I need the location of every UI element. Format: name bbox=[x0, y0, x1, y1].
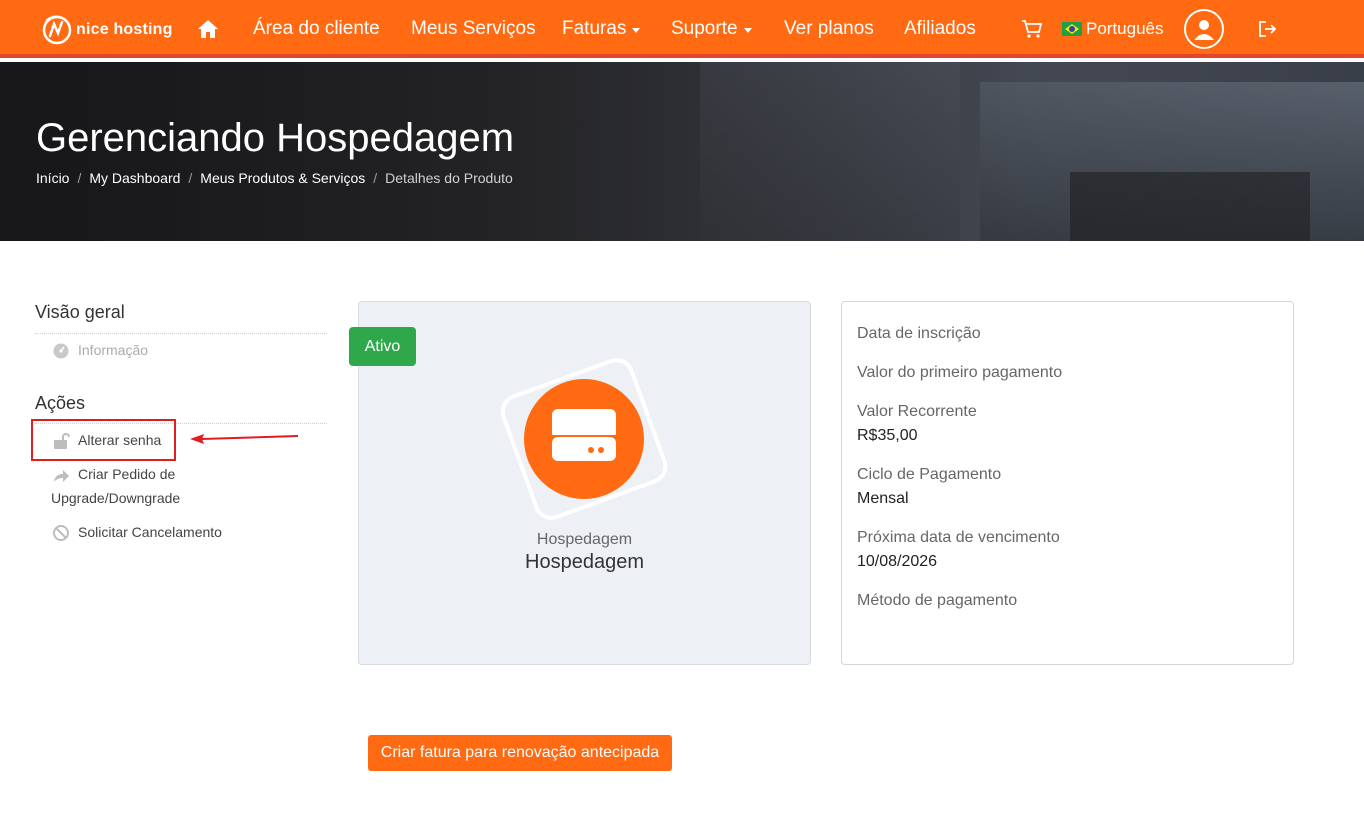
language-selector[interactable]: Português bbox=[1062, 0, 1164, 58]
next-due-date-value: 10/08/2026 bbox=[857, 553, 938, 570]
sidebar-item-label: Upgrade/Downgrade bbox=[51, 490, 181, 506]
actions-heading: Ações bbox=[35, 393, 86, 413]
nav-client-area[interactable]: Área do cliente bbox=[253, 0, 380, 58]
brand-name: nice hosting bbox=[76, 21, 173, 38]
brazil-flag-icon bbox=[1062, 22, 1082, 36]
sidebar-item-label: Informação bbox=[78, 342, 149, 358]
sidebar-item-label: Solicitar Cancelamento bbox=[78, 524, 222, 540]
logout-button[interactable] bbox=[1258, 0, 1278, 58]
caret-down-icon bbox=[743, 27, 752, 33]
nav-label: Área do cliente bbox=[253, 18, 380, 39]
breadcrumb: Início / My Dashboard / Meus Produtos & … bbox=[36, 170, 513, 186]
next-due-date-label: Próxima data de vencimento bbox=[857, 529, 1060, 546]
page-hero-banner: Gerenciando Hospedagem Início / My Dashb… bbox=[0, 62, 1364, 241]
sidebar-item-request-cancellation[interactable]: Solicitar Cancelamento bbox=[52, 524, 222, 542]
breadcrumb-separator: / bbox=[373, 170, 378, 186]
early-renewal-invoice-button[interactable]: Criar fatura para renovação antecipada bbox=[368, 735, 672, 771]
breadcrumb-products[interactable]: Meus Produtos & Serviços bbox=[200, 170, 365, 186]
sidebar-item-upgrade-downgrade[interactable]: Criar Pedido de Upgrade/Downgrade bbox=[51, 466, 252, 510]
top-navbar: nice hosting Área do cliente Meus Serviç… bbox=[0, 0, 1364, 58]
logout-icon bbox=[1259, 21, 1277, 37]
nav-support-dropdown[interactable]: Suporte bbox=[671, 0, 752, 58]
nav-affiliates[interactable]: Afiliados bbox=[904, 0, 976, 58]
breadcrumb-separator: / bbox=[77, 170, 82, 186]
product-name: Hospedagem bbox=[525, 551, 644, 573]
signup-date-label: Data de inscrição bbox=[857, 325, 981, 342]
breadcrumb-dashboard[interactable]: My Dashboard bbox=[89, 170, 180, 186]
user-icon bbox=[1194, 20, 1214, 40]
annotation-arrow-icon bbox=[190, 434, 299, 444]
nav-invoices-dropdown[interactable]: Faturas bbox=[562, 0, 641, 58]
home-link[interactable] bbox=[197, 0, 219, 58]
dashboard-icon bbox=[53, 343, 69, 359]
billing-cycle-value: Mensal bbox=[857, 490, 909, 507]
logo-icon bbox=[42, 15, 72, 45]
breadcrumb-separator: / bbox=[188, 170, 193, 186]
product-category: Hospedagem bbox=[536, 531, 633, 548]
breadcrumb-current: Detalhes do Produto bbox=[385, 170, 513, 186]
cart-button[interactable] bbox=[1021, 0, 1043, 58]
nav-label: Suporte bbox=[671, 18, 738, 39]
home-icon bbox=[198, 20, 218, 38]
page-title: Gerenciando Hospedagem bbox=[36, 116, 515, 160]
annotation-highlight-box bbox=[31, 419, 176, 461]
ban-icon bbox=[53, 525, 69, 541]
cart-icon bbox=[1022, 20, 1043, 38]
nav-my-services[interactable]: Meus Serviços bbox=[411, 0, 536, 58]
user-account-button[interactable] bbox=[1184, 9, 1224, 49]
nav-label: Faturas bbox=[562, 18, 627, 39]
payment-method-label: Método de pagamento bbox=[857, 592, 1018, 609]
billing-cycle-label: Ciclo de Pagamento bbox=[857, 466, 1002, 483]
first-payment-label: Valor do primeiro pagamento bbox=[857, 364, 1063, 381]
nav-label: Meus Serviços bbox=[411, 18, 536, 39]
server-icon bbox=[500, 358, 668, 520]
recurring-amount-label: Valor Recorrente bbox=[857, 403, 977, 420]
nav-label: Afiliados bbox=[904, 18, 976, 39]
divider bbox=[35, 333, 327, 334]
sidebar-item-information[interactable]: Informação bbox=[52, 342, 148, 360]
caret-down-icon bbox=[632, 27, 641, 33]
share-arrow-icon bbox=[54, 470, 69, 482]
nav-plans[interactable]: Ver planos bbox=[784, 0, 874, 58]
status-badge: Ativo bbox=[349, 327, 416, 366]
nav-label: Ver planos bbox=[784, 18, 874, 39]
brand-logo[interactable]: nice hosting bbox=[40, 12, 173, 48]
overview-heading: Visão geral bbox=[35, 302, 125, 322]
recurring-amount-value: R$35,00 bbox=[857, 427, 918, 444]
breadcrumb-home[interactable]: Início bbox=[36, 170, 69, 186]
sidebar-item-label: Criar Pedido de bbox=[78, 466, 176, 482]
language-label: Português bbox=[1086, 19, 1164, 38]
